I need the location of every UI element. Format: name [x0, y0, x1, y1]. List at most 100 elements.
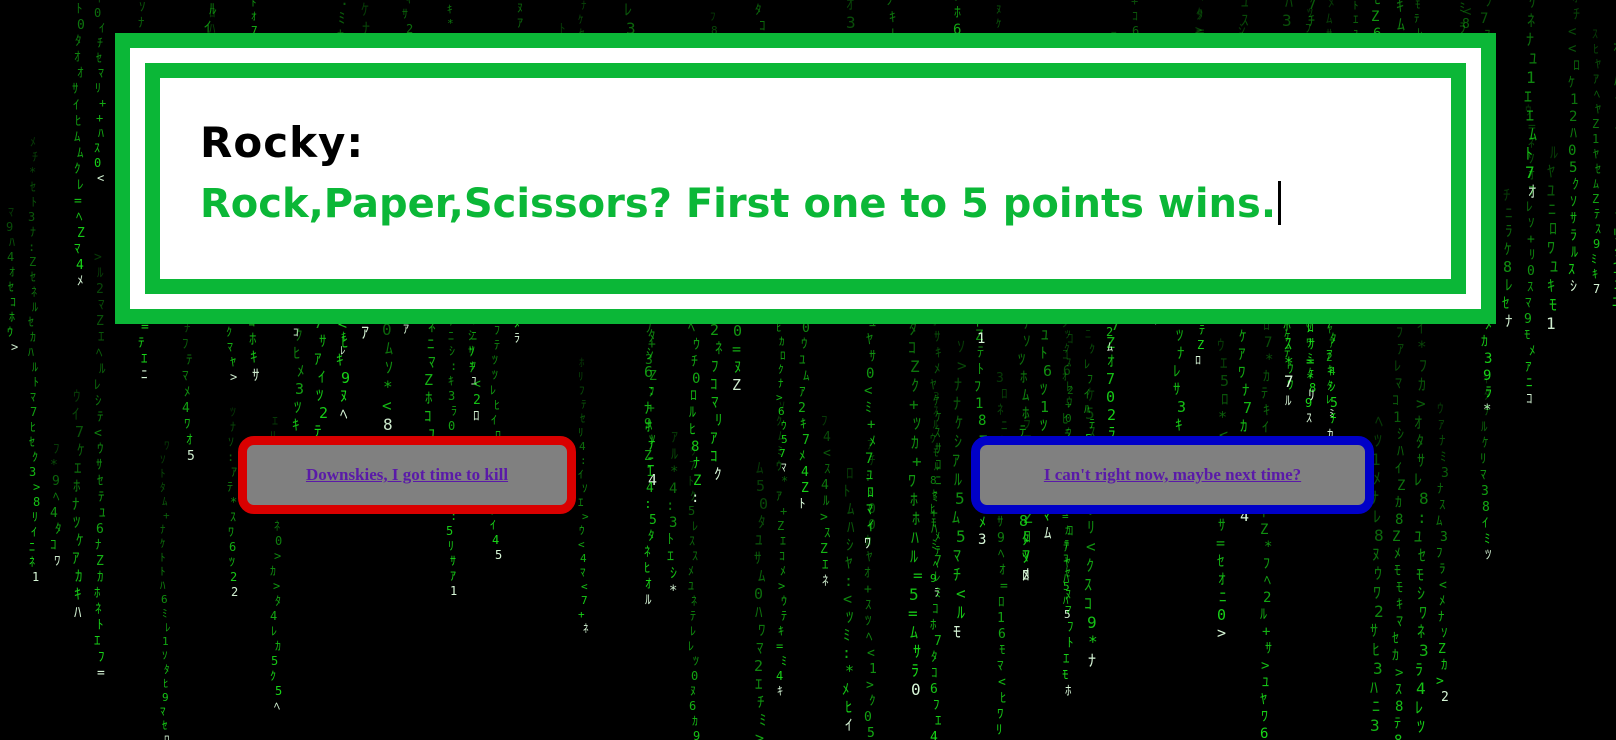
rain-glyph: ﾌ — [974, 379, 981, 395]
rain-glyph: Z — [1371, 9, 1379, 25]
rain-glyph: ﾊ — [847, 518, 855, 536]
rain-glyph: ﾒ — [1529, 344, 1536, 359]
rain-glyph: ﾒ — [780, 564, 786, 578]
rain-glyph: ﾏ — [1525, 296, 1532, 311]
rain-glyph: ﾔ — [1260, 692, 1267, 708]
rain-glyph: ｴ — [667, 549, 674, 565]
rain-glyph: < — [998, 675, 1006, 690]
rain-glyph: ﾏ — [1022, 546, 1030, 565]
decline-challenge-button[interactable]: I can't right now, maybe next time? — [971, 436, 1374, 514]
rain-glyph: 0 — [868, 502, 876, 517]
rain-glyph: * — [669, 583, 677, 599]
rain-glyph: ﾙ — [1571, 245, 1578, 261]
rain-glyph: ﾑ — [952, 508, 960, 527]
rain-glyph: ｵ — [9, 265, 15, 279]
rain-glyph: ﾄ — [667, 532, 674, 548]
rain-glyph: ﾀ — [275, 594, 281, 608]
rain-glyph: ﾘ — [715, 411, 723, 429]
rain-glyph: 3 — [1481, 484, 1489, 499]
rain-glyph: = — [1306, 354, 1314, 370]
rain-glyph: ﾑ — [1436, 514, 1443, 529]
rain-glyph: ﾋ — [30, 420, 36, 434]
rain-glyph: 7 — [1593, 282, 1600, 296]
rain-glyph: ﾋ — [1372, 640, 1380, 659]
rain-glyph: ﾅ — [72, 495, 80, 513]
decline-challenge-link[interactable]: I can't right now, maybe next time? — [1044, 465, 1301, 485]
rain-glyph: ﾊ — [1285, 0, 1293, 11]
rain-glyph: ｼ — [449, 344, 455, 358]
rain-glyph: ｹ — [1482, 436, 1489, 451]
rain-glyph: ﾚ — [271, 624, 277, 638]
rain-glyph: ｺ — [935, 458, 942, 473]
rain-glyph: 1 — [869, 662, 877, 677]
rain-glyph: ｽ — [692, 549, 698, 563]
rain-glyph: 6 — [689, 699, 696, 713]
rain-glyph: < — [867, 646, 875, 661]
rain-glyph: 8 — [1482, 500, 1490, 515]
rain-glyph: ﾙ — [689, 405, 696, 421]
rain-glyph: 2 — [754, 657, 763, 675]
rain-glyph: ﾕ — [1550, 257, 1558, 276]
rain-glyph: ﾒ — [799, 449, 806, 464]
rain-glyph: ｴ — [755, 675, 763, 693]
rain-glyph: 2 — [1067, 384, 1074, 397]
rain-glyph: ﾅ — [581, 0, 587, 12]
rain-glyph: ﾏ — [428, 353, 436, 371]
rain-glyph: 1 — [1592, 132, 1599, 146]
rain-glyph: 8 — [1503, 258, 1512, 276]
rain-glyph: ｹ — [955, 413, 963, 432]
rain-glyph: ﾅ — [160, 523, 166, 536]
rain-glyph: ﾅ — [1177, 344, 1185, 362]
rain-glyph: ﾋ — [341, 333, 349, 351]
rain-glyph: ｸ — [778, 363, 784, 376]
rain-glyph: Z — [29, 255, 36, 269]
rain-glyph: ﾃ — [1089, 417, 1095, 431]
rain-glyph: ｲ — [1084, 387, 1090, 401]
rain-glyph: ﾑ — [385, 339, 393, 358]
dialog-white-frame: Rocky: Rock,Paper,Scissors? First one to… — [130, 48, 1481, 309]
rain-glyph: ｾ — [162, 719, 168, 732]
rain-glyph: ﾅ — [1437, 482, 1444, 497]
rain-glyph: ｵ — [1414, 413, 1422, 432]
rain-glyph: ｸ — [270, 669, 276, 683]
rain-glyph: ﾌ — [933, 698, 940, 713]
rain-glyph: ﾃ — [581, 398, 587, 411]
rain-glyph: ﾅ — [230, 420, 236, 434]
rain-glyph: ｹ — [1504, 240, 1512, 258]
rain-glyph: + — [864, 582, 872, 597]
rain-glyph: 0 — [868, 518, 876, 533]
rain-glyph: 9 — [1087, 613, 1097, 632]
rain-glyph: > — [957, 356, 967, 375]
rain-glyph: ﾃ — [97, 410, 104, 425]
rain-glyph: ﾑ — [162, 495, 168, 508]
rain-glyph: ｽ — [94, 141, 100, 155]
rain-glyph: ﾙ — [1285, 394, 1292, 409]
rain-glyph: ﾃ — [781, 609, 787, 623]
rain-glyph: ﾒ — [979, 515, 986, 531]
rain-glyph: ﾀ — [55, 522, 62, 537]
rain-glyph: ｺ — [710, 375, 718, 393]
rain-glyph: 2 — [1106, 325, 1113, 339]
rain-glyph: ﾙ — [32, 360, 38, 374]
rain-glyph: 3 — [1484, 351, 1492, 367]
rain-glyph: ｴ — [935, 714, 942, 729]
rain-glyph: ﾕ — [99, 506, 106, 521]
rain-glyph: ﾄ — [977, 362, 984, 378]
rain-glyph: > — [1395, 665, 1403, 681]
rain-glyph: ｲ — [31, 525, 37, 539]
rain-glyph: ﾙ — [954, 470, 962, 489]
rain-glyph: ﾊ — [1570, 126, 1577, 142]
rain-glyph: : — [450, 359, 457, 373]
rain-glyph: ｻ — [402, 7, 408, 21]
rain-glyph: ｽ — [824, 526, 831, 541]
rain-glyph: ﾔ — [845, 554, 853, 572]
rain-glyph: + — [647, 401, 655, 416]
accept-challenge-button[interactable]: Downskies, I got time to kill — [238, 436, 576, 514]
rain-glyph: 3 — [669, 515, 677, 531]
rain-glyph: ｺ — [1392, 393, 1399, 409]
rain-glyph: ｻ — [935, 442, 942, 457]
accept-challenge-link[interactable]: Downskies, I got time to kill — [306, 465, 508, 485]
rain-glyph: ﾚ — [692, 519, 698, 533]
rain-glyph: ﾄ — [688, 474, 694, 488]
rain-glyph: * — [447, 17, 454, 30]
